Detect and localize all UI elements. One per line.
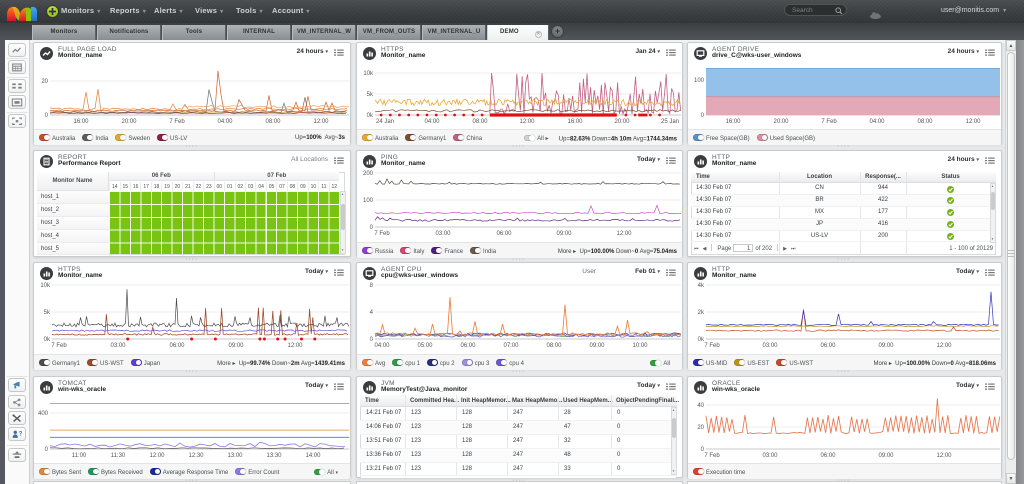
svg-text:4k: 4k	[698, 283, 705, 289]
svg-text:08:00: 08:00	[546, 343, 562, 349]
svg-text:100: 100	[363, 198, 374, 204]
svg-text:08:00: 08:00	[917, 119, 933, 125]
svg-text:7 Feb: 7 Feb	[704, 343, 720, 349]
svg-text:13:30: 13:30	[266, 453, 282, 459]
svg-text:12:30: 12:30	[188, 453, 204, 459]
svg-text:12:00: 12:00	[616, 231, 632, 237]
svg-text:06:00: 06:00	[820, 453, 836, 459]
svg-text:10k: 10k	[40, 283, 51, 289]
svg-text:16:00: 16:00	[725, 119, 741, 125]
svg-text:20:00: 20:00	[614, 119, 630, 125]
svg-text:7 Feb: 7 Feb	[704, 453, 720, 459]
svg-text:04:00: 04:00	[869, 119, 885, 125]
svg-text:12:00: 12:00	[287, 343, 303, 349]
svg-text:04:00: 04:00	[217, 119, 233, 125]
svg-text:5k: 5k	[44, 310, 51, 316]
svg-text:7 Feb: 7 Feb	[169, 119, 185, 125]
svg-text:03:00: 03:00	[762, 343, 778, 349]
svg-text:10k: 10k	[363, 71, 374, 77]
svg-text:06:00: 06:00	[820, 343, 836, 349]
svg-text:09:00: 09:00	[556, 231, 572, 237]
svg-text:09:00: 09:00	[878, 343, 894, 349]
svg-text:20:00: 20:00	[773, 119, 789, 125]
svg-text:07:00: 07:00	[503, 343, 519, 349]
svg-text:03:00: 03:00	[110, 343, 126, 349]
svg-text:0: 0	[45, 447, 49, 453]
svg-text:25 Jan: 25 Jan	[661, 119, 679, 125]
svg-text:08:00: 08:00	[265, 119, 281, 125]
svg-text:20: 20	[41, 79, 48, 85]
svg-text:10:00: 10:00	[632, 343, 648, 349]
svg-text:24 Jan: 24 Jan	[376, 119, 394, 125]
svg-text:0: 0	[370, 225, 374, 231]
svg-text:20:00: 20:00	[121, 119, 137, 125]
svg-text:8: 8	[370, 283, 374, 289]
svg-text:20: 20	[697, 425, 704, 431]
svg-text:7 Feb: 7 Feb	[374, 231, 390, 237]
svg-text:7 Feb: 7 Feb	[51, 343, 67, 349]
svg-text:12:00: 12:00	[519, 119, 535, 125]
svg-text:09:00: 09:00	[878, 453, 894, 459]
svg-text:03:00: 03:00	[762, 453, 778, 459]
svg-text:5k: 5k	[367, 92, 374, 98]
svg-text:03:00: 03:00	[435, 231, 451, 237]
svg-text:06:00: 06:00	[496, 231, 512, 237]
svg-text:05:00: 05:00	[417, 343, 433, 349]
svg-text:400: 400	[38, 411, 49, 417]
svg-text:12:00: 12:00	[149, 453, 165, 459]
svg-text:12:00: 12:00	[936, 343, 952, 349]
svg-text:11:30: 11:30	[111, 453, 126, 459]
svg-text:06:00: 06:00	[169, 343, 185, 349]
svg-text:14:00: 14:00	[305, 453, 321, 459]
svg-text:0: 0	[45, 113, 49, 119]
svg-text:16:00: 16:00	[567, 119, 583, 125]
svg-text:7 Feb: 7 Feb	[821, 119, 837, 125]
svg-text:08:00: 08:00	[472, 119, 488, 125]
svg-text:04:00: 04:00	[374, 343, 390, 349]
svg-text:12:00: 12:00	[313, 119, 329, 125]
svg-text:16:00: 16:00	[73, 119, 89, 125]
svg-text:12:00: 12:00	[965, 119, 981, 125]
svg-text:0: 0	[370, 337, 374, 343]
svg-text:?: ?	[19, 432, 23, 438]
svg-text:09:00: 09:00	[228, 343, 244, 349]
svg-text:09:00: 09:00	[589, 343, 605, 349]
svg-text:13:00: 13:00	[227, 453, 243, 459]
svg-text:0k: 0k	[44, 337, 51, 343]
svg-text:0k: 0k	[367, 113, 374, 119]
svg-text:04:00: 04:00	[424, 119, 440, 125]
svg-text:40: 40	[697, 403, 704, 409]
svg-text:11:00: 11:00	[72, 453, 87, 459]
svg-text:2k: 2k	[698, 310, 705, 316]
svg-text:12:00: 12:00	[936, 453, 952, 459]
svg-text:06:00: 06:00	[460, 343, 476, 349]
svg-text:4: 4	[370, 310, 374, 316]
svg-text:0: 0	[701, 113, 705, 119]
svg-text:100: 100	[694, 78, 705, 84]
svg-text:200: 200	[363, 171, 374, 177]
